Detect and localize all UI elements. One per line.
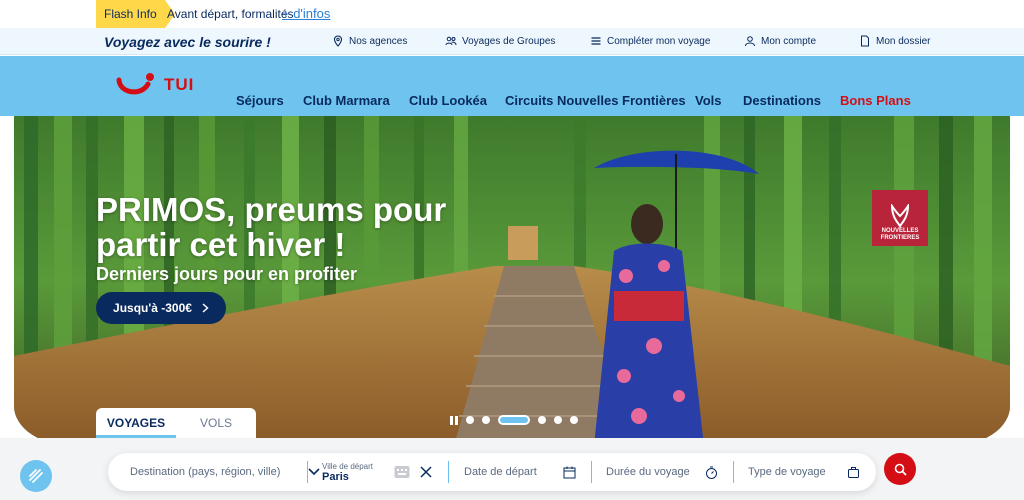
suitcase-icon bbox=[848, 466, 859, 478]
booking-file-label: Mon dossier bbox=[876, 35, 931, 47]
carousel-dot[interactable] bbox=[482, 416, 490, 424]
calendar-icon bbox=[563, 466, 576, 478]
search-icon bbox=[894, 463, 907, 476]
badge-label: NOUVELLES FRONTIERES bbox=[880, 228, 920, 241]
separator bbox=[733, 461, 734, 483]
search-button[interactable] bbox=[884, 453, 916, 485]
separator bbox=[448, 461, 449, 483]
flash-info-link[interactable]: + d'infos bbox=[282, 6, 330, 21]
clear-icon[interactable] bbox=[420, 453, 432, 491]
chat-button[interactable] bbox=[20, 460, 52, 492]
nav-item-sejours[interactable]: Séjours bbox=[236, 93, 284, 108]
duration-placeholder: Durée du voyage bbox=[606, 466, 690, 478]
nav-item-destinations[interactable]: Destinations bbox=[743, 93, 821, 108]
agencies-label: Nos agences bbox=[349, 35, 408, 47]
hero-cta-button[interactable]: Jusqu'à -300€ bbox=[96, 292, 226, 324]
tui-smile-icon bbox=[116, 73, 154, 95]
nav-item-vols[interactable]: Vols bbox=[695, 93, 722, 108]
chevron-down-icon bbox=[308, 468, 320, 476]
main-navigation: TUI Séjours Club Marmara Club Lookéa Cir… bbox=[0, 56, 1024, 116]
list-icon bbox=[591, 37, 601, 45]
user-icon bbox=[745, 36, 755, 47]
account-label: Mon compte bbox=[761, 35, 817, 47]
search-bar: Destination (pays, région, ville) Ville … bbox=[108, 453, 876, 491]
nav-item-club-marmara[interactable]: Club Marmara bbox=[303, 93, 390, 108]
booking-file-link[interactable]: Mon dossier bbox=[859, 35, 930, 47]
carousel-controls bbox=[450, 415, 578, 425]
departure-date-placeholder: Date de départ bbox=[464, 466, 537, 478]
destination-field[interactable]: Destination (pays, région, ville) bbox=[130, 453, 320, 491]
hero-banner[interactable]: PRIMOS, preums pour partir cet hiver ! D… bbox=[14, 116, 1010, 446]
logo-text: TUI bbox=[164, 75, 195, 94]
duration-field[interactable]: Durée du voyage bbox=[606, 453, 718, 491]
slogan: Voyagez avec le sourire ! bbox=[104, 34, 271, 50]
stopwatch-icon bbox=[706, 466, 717, 479]
destination-placeholder: Destination (pays, région, ville) bbox=[130, 466, 281, 478]
group-travel-label: Voyages de Groupes bbox=[462, 35, 556, 47]
account-link[interactable]: Mon compte bbox=[744, 35, 816, 47]
complete-trip-link[interactable]: Compléter mon voyage bbox=[590, 35, 710, 47]
departure-city-field[interactable]: Ville de départ Paris bbox=[322, 453, 373, 491]
tui-logo[interactable]: TUI bbox=[116, 70, 194, 100]
search-tabs: VOYAGES VOLS bbox=[96, 408, 256, 438]
agencies-link[interactable]: Nos agences bbox=[332, 35, 407, 47]
carousel-dot[interactable] bbox=[466, 416, 474, 424]
carousel-dot[interactable] bbox=[554, 416, 562, 424]
trip-type-field[interactable]: Type de voyage bbox=[748, 453, 860, 491]
flash-info-tag: Flash Info bbox=[96, 0, 175, 28]
carousel-dot-active[interactable] bbox=[498, 415, 530, 425]
document-icon bbox=[861, 35, 869, 47]
nav-item-bons-plans[interactable]: Bons Plans bbox=[840, 93, 911, 108]
carousel-dot[interactable] bbox=[570, 416, 578, 424]
nav-item-club-lookea[interactable]: Club Lookéa bbox=[409, 93, 487, 108]
departure-date-field[interactable]: Date de départ bbox=[464, 453, 576, 491]
flash-info-bar: Flash Info Avant départ, formalités + d'… bbox=[0, 0, 1024, 28]
carousel-dot[interactable] bbox=[538, 416, 546, 424]
utility-bar: Voyagez avec le sourire ! Nos agences Vo… bbox=[0, 28, 1024, 55]
location-pin-icon bbox=[333, 35, 343, 47]
complete-trip-label: Compléter mon voyage bbox=[607, 35, 711, 47]
tab-voyages[interactable]: VOYAGES bbox=[96, 408, 176, 438]
flash-info-text: Avant départ, formalités bbox=[167, 7, 294, 21]
keyboard-icon[interactable] bbox=[394, 453, 410, 491]
group-icon bbox=[445, 36, 457, 46]
nav-item-circuits[interactable]: Circuits Nouvelles Frontières bbox=[505, 93, 686, 108]
group-travel-link[interactable]: Voyages de Groupes bbox=[445, 35, 555, 47]
separator bbox=[591, 461, 592, 483]
departure-city-label: Ville de départ bbox=[322, 461, 373, 471]
chevron-right-icon bbox=[202, 303, 209, 313]
nouvelles-frontieres-badge: NOUVELLES FRONTIERES bbox=[872, 190, 928, 246]
departure-city-value: Paris bbox=[322, 470, 349, 483]
hero-subtitle: Derniers jours pour en profiter bbox=[96, 264, 358, 284]
tab-vols[interactable]: VOLS bbox=[176, 408, 256, 438]
pause-icon[interactable] bbox=[450, 415, 458, 425]
hero-cta-label: Jusqu'à -300€ bbox=[113, 301, 192, 315]
trip-type-placeholder: Type de voyage bbox=[748, 466, 826, 478]
separator bbox=[307, 461, 308, 483]
chat-icon bbox=[29, 469, 43, 483]
hero-title: PRIMOS, preums pour partir cet hiver ! bbox=[96, 191, 447, 263]
nf-logo-icon bbox=[890, 204, 910, 228]
